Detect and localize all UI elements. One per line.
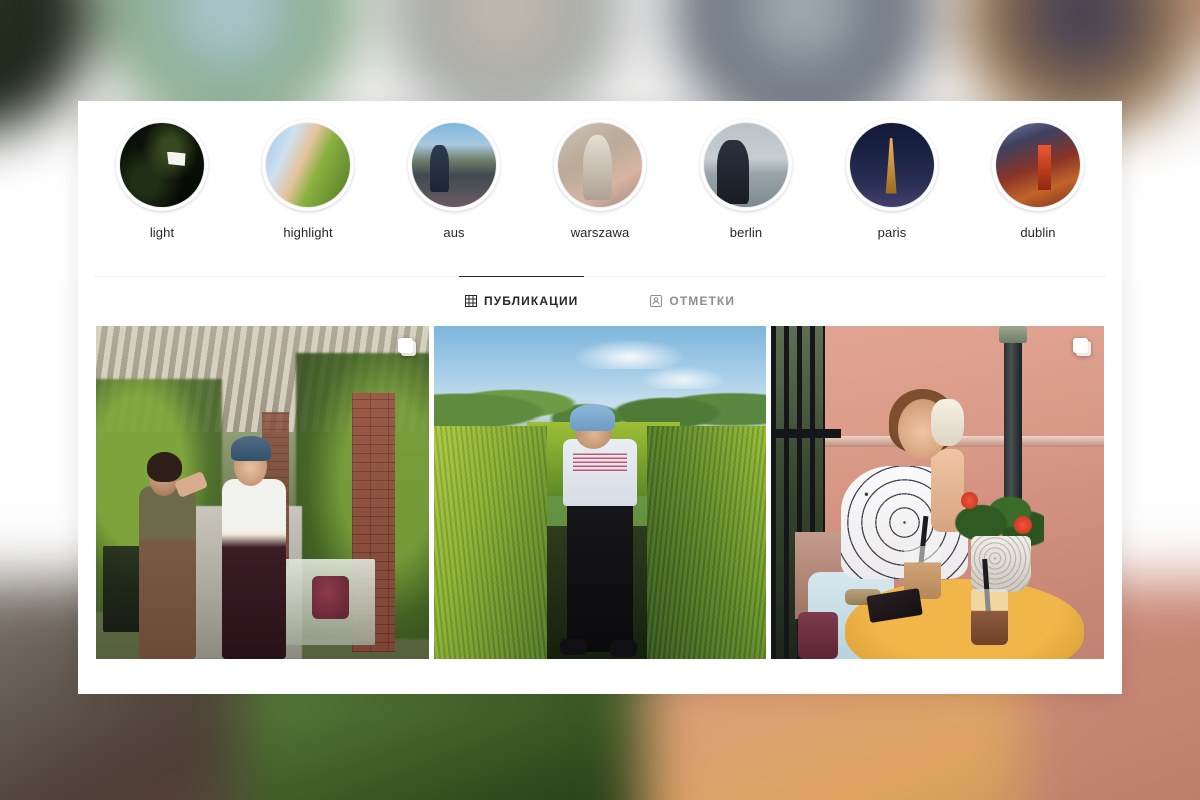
post-image-two-women-garden-pergola [96,326,429,659]
highlight-thumbnail [995,122,1081,208]
tab-tagged-label: ОТМЕТКИ [669,294,736,308]
profile-card: light highlight aus warszawa berlin pari… [78,101,1122,694]
grid-icon [464,295,477,307]
highlight-label: berlin [729,225,763,240]
post-image-person-in-hedge-maze [433,326,767,659]
tab-posts[interactable]: ПУБЛИКАЦИИ [458,276,585,322]
story-highlight-berlin[interactable]: berlin [682,119,810,240]
highlight-ring [846,119,938,211]
highlight-label: light [149,225,175,240]
highlight-ring [992,119,1084,211]
post-image-woman-at-cafe-table [771,326,1104,659]
tabbar-wrapper: ПУБЛИКАЦИИ ОТМЕТКИ [78,276,1122,322]
story-highlight-light[interactable]: light [98,119,226,240]
carousel-icon [1072,338,1092,357]
highlight-label: warszawa [570,225,630,240]
post-thumbnail[interactable] [433,326,767,659]
highlight-thumbnail [265,122,351,208]
highlight-ring [554,119,646,211]
story-highlight-warszawa[interactable]: warszawa [536,119,664,240]
story-highlight-paris[interactable]: paris [828,119,956,240]
story-highlights-row: light highlight aus warszawa berlin pari… [78,101,1122,240]
highlight-thumbnail [557,122,643,208]
highlight-label: aus [443,225,465,240]
tab-tagged[interactable]: ОТМЕТКИ [644,276,741,322]
posts-grid [78,326,1122,659]
highlight-thumbnail [849,122,935,208]
post-thumbnail[interactable] [96,326,429,659]
highlight-thumbnail [411,122,497,208]
story-highlight-dublin[interactable]: dublin [974,119,1102,240]
highlight-ring [700,119,792,211]
highlight-label: paris [877,225,907,240]
highlight-ring [408,119,500,211]
tagged-icon [650,295,663,307]
story-highlight-highlight[interactable]: highlight [244,119,372,240]
post-thumbnail[interactable] [771,326,1104,659]
highlight-thumbnail [703,122,789,208]
highlight-ring [262,119,354,211]
highlight-thumbnail [119,122,205,208]
carousel-icon [397,338,417,357]
highlight-label: dublin [1020,225,1056,240]
profile-tabbar: ПУБЛИКАЦИИ ОТМЕТКИ [94,276,1106,322]
story-highlight-aus[interactable]: aus [390,119,518,240]
highlight-label: highlight [283,225,333,240]
tab-posts-label: ПУБЛИКАЦИИ [483,294,579,308]
highlight-ring [116,119,208,211]
